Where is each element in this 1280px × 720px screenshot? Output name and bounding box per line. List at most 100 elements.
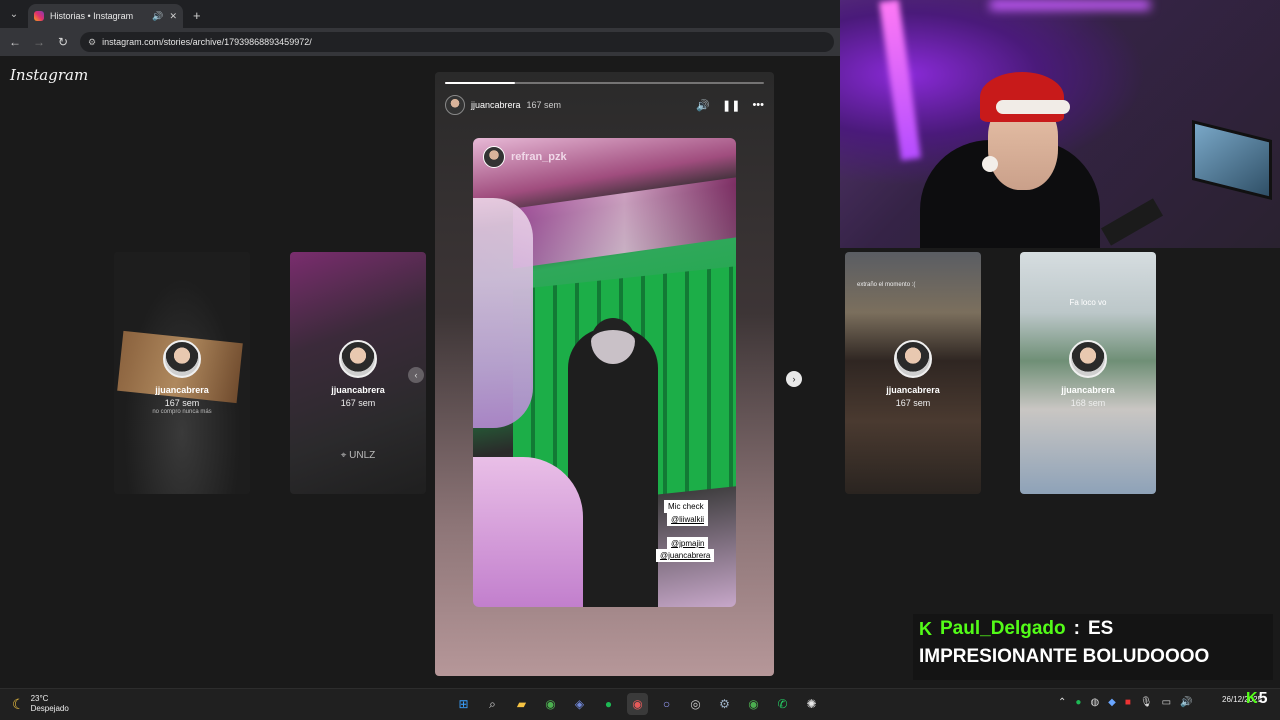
story-progress-bar (445, 82, 764, 84)
weather-widget[interactable]: ☾ 23°C Despejado (12, 694, 69, 714)
side-story-card[interactable]: extraño el momento :( jjuancabrera 167 s… (845, 252, 981, 494)
webcam-overlay (840, 0, 1280, 248)
reshared-username: refran_pzk (511, 151, 567, 163)
story-username[interactable]: jjuancabrera (471, 100, 521, 110)
spotify-icon[interactable]: ● (598, 693, 619, 715)
chat-overlay: K Paul_Delgado : ES IMPRESIONANTE BOLUDO… (913, 614, 1273, 680)
chat-message-start: ES (1087, 618, 1114, 639)
avatar (894, 340, 932, 378)
location-sticker: ⌖ UNLZ (290, 450, 426, 461)
tab-search-icon[interactable]: ⌄ (4, 4, 24, 24)
story-time: 167 sem (340, 398, 376, 408)
story-username: jjuancabrera (155, 385, 209, 395)
santa-hat (980, 72, 1064, 122)
story-time: 168 sem (1070, 398, 1106, 408)
volume-icon[interactable]: 🔊 (696, 99, 710, 112)
forward-icon[interactable]: → (32, 35, 46, 49)
chat-separator: : (1073, 618, 1080, 639)
file-explorer-icon[interactable]: ▰ (511, 693, 532, 715)
story-time: 167 sem (164, 398, 200, 408)
story-viewer[interactable]: jjuancabrera 167 sem 🔊 ❚❚ ••• refran_pzk… (435, 72, 774, 676)
taskbar: ☾ 23°C Despejado ⊞ ⌕ ▰ ◉ ◈ ● ◉ ○ ◎ ⚙ ◉ ✆… (0, 688, 1280, 720)
story-time: 167 sem (895, 398, 931, 408)
story-caption: no compro nunca más (152, 409, 212, 415)
location-pin-icon: ⌖ (340, 450, 350, 461)
monitor (1192, 120, 1272, 200)
story-controls: 🔊 ❚❚ ••• (696, 99, 764, 112)
microphone-icon[interactable]: 🎙 (1140, 697, 1153, 708)
side-story-card[interactable]: Fa loco vo jjuancabrera 168 sem (1020, 252, 1156, 494)
whatsapp-icon[interactable]: ✆ (772, 693, 793, 715)
app-icon[interactable]: ○ (656, 693, 677, 715)
settings-icon[interactable]: ⚙ (714, 693, 735, 715)
tab-title: Historias • Instagram (50, 11, 134, 21)
pause-icon[interactable]: ❚❚ (722, 99, 740, 112)
back-icon[interactable]: ← (8, 35, 22, 49)
show-hidden-icons-icon[interactable]: ⌃ (1058, 697, 1066, 708)
next-story-icon[interactable]: › (786, 371, 802, 387)
previous-story-icon[interactable]: ‹ (408, 367, 424, 383)
url-text: instagram.com/stories/archive/1793986889… (102, 37, 312, 47)
foreground-shoulder (473, 457, 583, 607)
story-username: jjuancabrera (331, 385, 385, 395)
story-username: jjuancabrera (1061, 385, 1115, 395)
discord-icon[interactable]: ◈ (569, 693, 590, 715)
obs-icon[interactable]: ◎ (685, 693, 706, 715)
chat-message-continued: IMPRESIONANTE BOLUDOOOO (919, 646, 1210, 667)
chrome-icon[interactable]: ◉ (540, 693, 561, 715)
keyboard (1101, 198, 1163, 246)
reshared-user-tag[interactable]: refran_pzk (483, 146, 567, 168)
url-field[interactable]: ⚙ instagram.com/stories/archive/17939868… (80, 32, 834, 52)
tray-app-icon[interactable]: ◆ (1108, 697, 1116, 708)
viewer-count: 5 (1258, 690, 1268, 707)
mention-sticker[interactable]: @liiwalkii (667, 513, 709, 526)
story-header: jjuancabrera 167 sem 🔊 ❚❚ ••• (445, 94, 764, 116)
avatar (163, 340, 201, 378)
story-media[interactable]: refran_pzk Mic check @liiwalkii @jpmajin… (473, 138, 736, 607)
led-glow (990, 0, 1150, 10)
chatgpt-icon[interactable]: ✺ (801, 693, 822, 715)
text-sticker: Mic check (664, 500, 708, 513)
story-username: jjuancabrera (886, 385, 940, 395)
tray-app-icon[interactable]: ■ (1125, 697, 1131, 708)
moon-icon: ☾ (12, 695, 25, 712)
foreground-figure (473, 198, 533, 428)
kick-logo-icon: K (1246, 690, 1258, 707)
address-bar-row: ← → ↻ ⚙ instagram.com/stories/archive/17… (0, 28, 840, 56)
volume-icon[interactable]: 🔊 (1180, 697, 1192, 708)
spotify-tray-icon[interactable]: ● (1075, 697, 1081, 708)
more-options-icon[interactable]: ••• (752, 99, 764, 112)
tab-instagram[interactable]: Historias • Instagram 🔊 ✕ (28, 4, 183, 28)
side-story-card[interactable]: jjuancabrera 167 sem no compro nunca más (114, 252, 250, 494)
new-tab-button[interactable]: + (193, 8, 201, 23)
steam-tray-icon[interactable]: ◍ (1090, 697, 1099, 708)
system-tray: ⌃ ● ◍ ◆ ■ 🎙 ▭ 🔊 (1058, 697, 1193, 708)
avatar (339, 340, 377, 378)
temperature: 23°C (30, 694, 49, 703)
instagram-favicon-icon (34, 11, 44, 21)
performer-head (591, 318, 635, 364)
start-icon[interactable]: ⊞ (453, 693, 474, 715)
chrome-icon[interactable]: ◉ (743, 693, 764, 715)
instagram-logo[interactable]: Instagram (10, 66, 88, 84)
screen: ⌄ Historias • Instagram 🔊 ✕ + ← → ↻ ⚙ in… (0, 0, 1280, 720)
search-icon[interactable]: ⌕ (482, 693, 503, 715)
close-tab-icon[interactable]: ✕ (169, 11, 177, 22)
weather-text: 23°C Despejado (31, 694, 69, 714)
santa-hat-rim (996, 100, 1070, 114)
viewer-badge: K 5 (1246, 690, 1267, 708)
chrome-active-icon[interactable]: ◉ (627, 693, 648, 715)
browser-tab-bar: ⌄ Historias • Instagram 🔊 ✕ + (0, 0, 840, 28)
avatar (1069, 340, 1107, 378)
stage-lights (513, 177, 736, 269)
avatar (483, 146, 505, 168)
audio-playing-icon[interactable]: 🔊 (152, 11, 163, 22)
weather-condition: Despejado (30, 704, 69, 713)
story-caption: extraño el momento :( (857, 282, 916, 288)
side-story-card[interactable]: jjuancabrera 167 sem ⌖ UNLZ (290, 252, 426, 494)
site-info-icon[interactable]: ⚙ (88, 37, 96, 48)
avatar[interactable] (445, 95, 465, 115)
mention-sticker[interactable]: @juancabrera (656, 549, 715, 562)
reload-icon[interactable]: ↻ (56, 35, 70, 49)
network-icon[interactable]: ▭ (1162, 697, 1171, 708)
